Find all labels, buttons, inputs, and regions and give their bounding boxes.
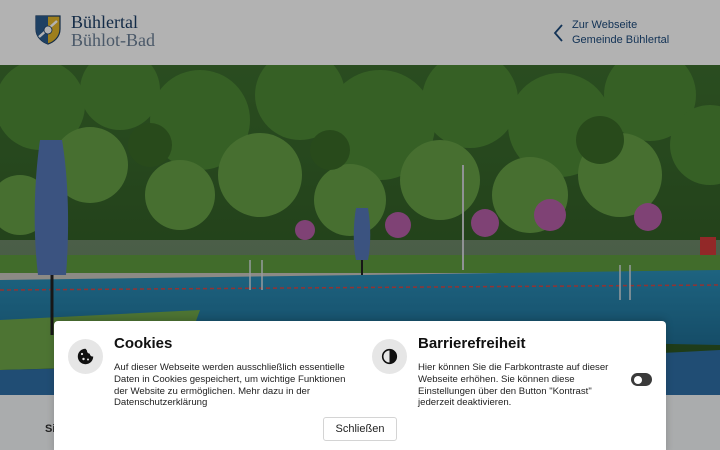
- cookies-title: Cookies: [114, 335, 173, 352]
- close-button[interactable]: Schließen: [323, 417, 397, 441]
- accessibility-title: Barrierefreiheit: [418, 335, 526, 352]
- cookies-text: Auf dieser Webseite werden ausschließlic…: [114, 362, 346, 409]
- cookie-icon: [68, 339, 103, 374]
- consent-dialog: Cookies Auf dieser Webseite werden aussc…: [54, 321, 666, 450]
- toggle-knob: [634, 375, 642, 384]
- accessibility-text: Hier können Sie die Farbkontraste auf di…: [418, 362, 609, 409]
- contrast-icon: [372, 339, 407, 374]
- contrast-toggle[interactable]: [631, 373, 652, 386]
